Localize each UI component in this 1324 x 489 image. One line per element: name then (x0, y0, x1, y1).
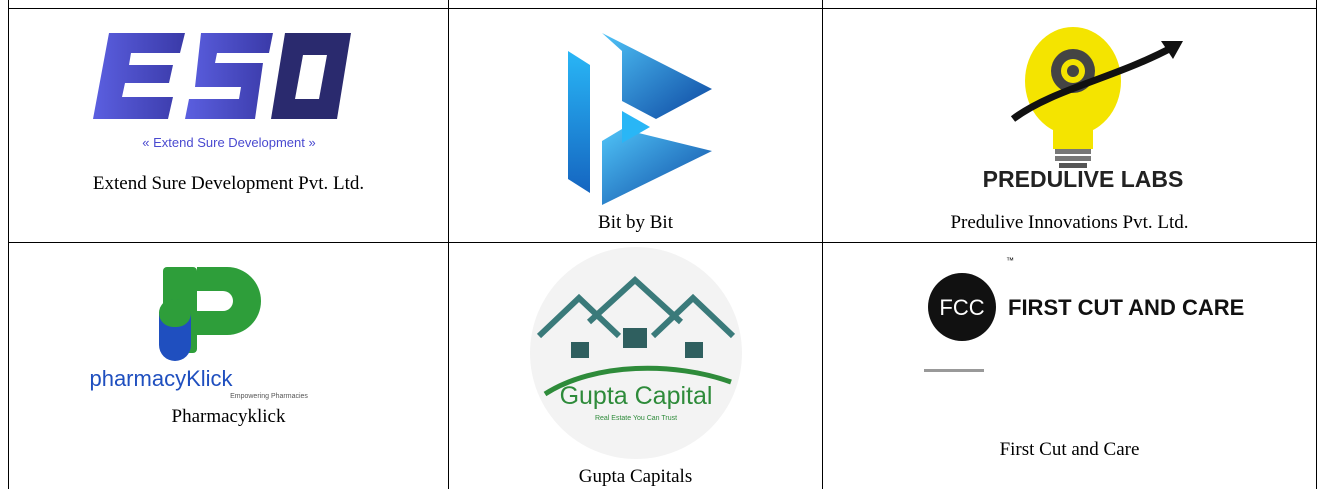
caption-pharmacyklick: Pharmacyklick (171, 406, 286, 427)
caption-first-cut-and-care: First Cut and Care (999, 439, 1140, 460)
predulive-logo-text: PREDULIVE LABS (983, 166, 1184, 192)
pharmacyklick-logo: pharmacyKlick Empowering Pharmacies (89, 267, 308, 400)
logo-cell-esd: « Extend Sure Development » Extend Sure … (9, 9, 448, 242)
fcc-mark: FCC (939, 295, 984, 320)
svg-text:™: ™ (1006, 256, 1014, 265)
caption-gupta-capitals: Gupta Capitals (578, 466, 693, 487)
logo-cell-predulive: PREDULIVE LABS Predulive Innovations Pvt… (823, 9, 1316, 242)
caption-bit-by-bit: Bit by Bit (598, 212, 673, 233)
logo-cell-bit-by-bit: Bit by Bit (449, 9, 822, 242)
esd-logo: « Extend Sure Development » (93, 33, 351, 150)
caption-esd: Extend Sure Development Pvt. Ltd. (92, 173, 365, 194)
gupta-logo-text: Gupta Capital (560, 382, 713, 410)
first-cut-and-care-logo: ™ FCC FIRST CUT AND CARE (924, 256, 1244, 372)
logo-table: « Extend Sure Development » Extend Sure … (0, 0, 1324, 489)
logo-cell-gupta-capitals: Gupta Capital Real Estate You Can Trust … (449, 243, 822, 489)
logo-cell-first-cut-and-care: ™ FCC FIRST CUT AND CARE First Cut and C… (823, 243, 1316, 489)
pharmacyklick-tagline: Empowering Pharmacies (230, 393, 308, 400)
bit-by-bit-logo (568, 33, 712, 205)
esd-tagline: « Extend Sure Development » (142, 135, 315, 150)
gupta-capital-logo: Gupta Capital Real Estate You Can Trust (530, 247, 742, 459)
predulive-labs-logo: PREDULIVE LABS (983, 27, 1184, 192)
fcc-logo-text: FIRST CUT AND CARE (1008, 295, 1244, 320)
logo-cell-pharmacyklick: pharmacyKlick Empowering Pharmacies Phar… (9, 243, 448, 489)
gupta-tagline: Real Estate You Can Trust (595, 415, 677, 422)
pharmacyklick-logo-text: pharmacyKlick (89, 366, 233, 391)
table-border-right (1316, 0, 1317, 489)
caption-predulive: Predulive Innovations Pvt. Ltd. (950, 212, 1189, 233)
